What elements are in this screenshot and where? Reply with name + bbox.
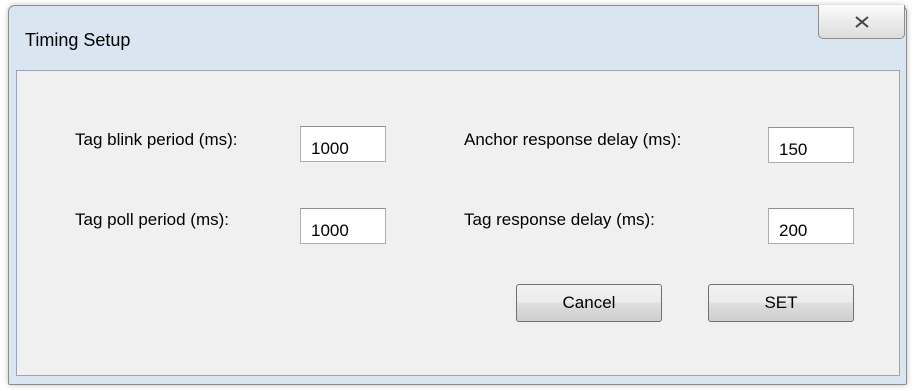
timing-setup-dialog: Timing Setup Tag blink period (ms): Anch… <box>8 5 907 385</box>
tag-poll-period-label: Tag poll period (ms): <box>75 210 230 229</box>
close-icon <box>855 16 869 28</box>
tag-response-delay-field[interactable] <box>768 208 854 244</box>
tag-blink-period-label: Tag blink period (ms): <box>75 130 238 149</box>
tag-response-delay-label: Tag response delay (ms): <box>464 210 655 229</box>
tag-blink-period-field[interactable] <box>300 126 386 162</box>
dialog-title: Timing Setup <box>25 30 131 50</box>
close-button[interactable] <box>818 5 905 39</box>
anchor-response-delay-label: Anchor response delay (ms): <box>464 130 682 149</box>
dialog-body: Tag blink period (ms): Anchor response d… <box>16 70 900 376</box>
cancel-button[interactable]: Cancel <box>516 284 662 322</box>
set-button[interactable]: SET <box>708 284 854 322</box>
anchor-response-delay-field[interactable] <box>768 127 854 163</box>
tag-poll-period-field[interactable] <box>300 208 386 244</box>
